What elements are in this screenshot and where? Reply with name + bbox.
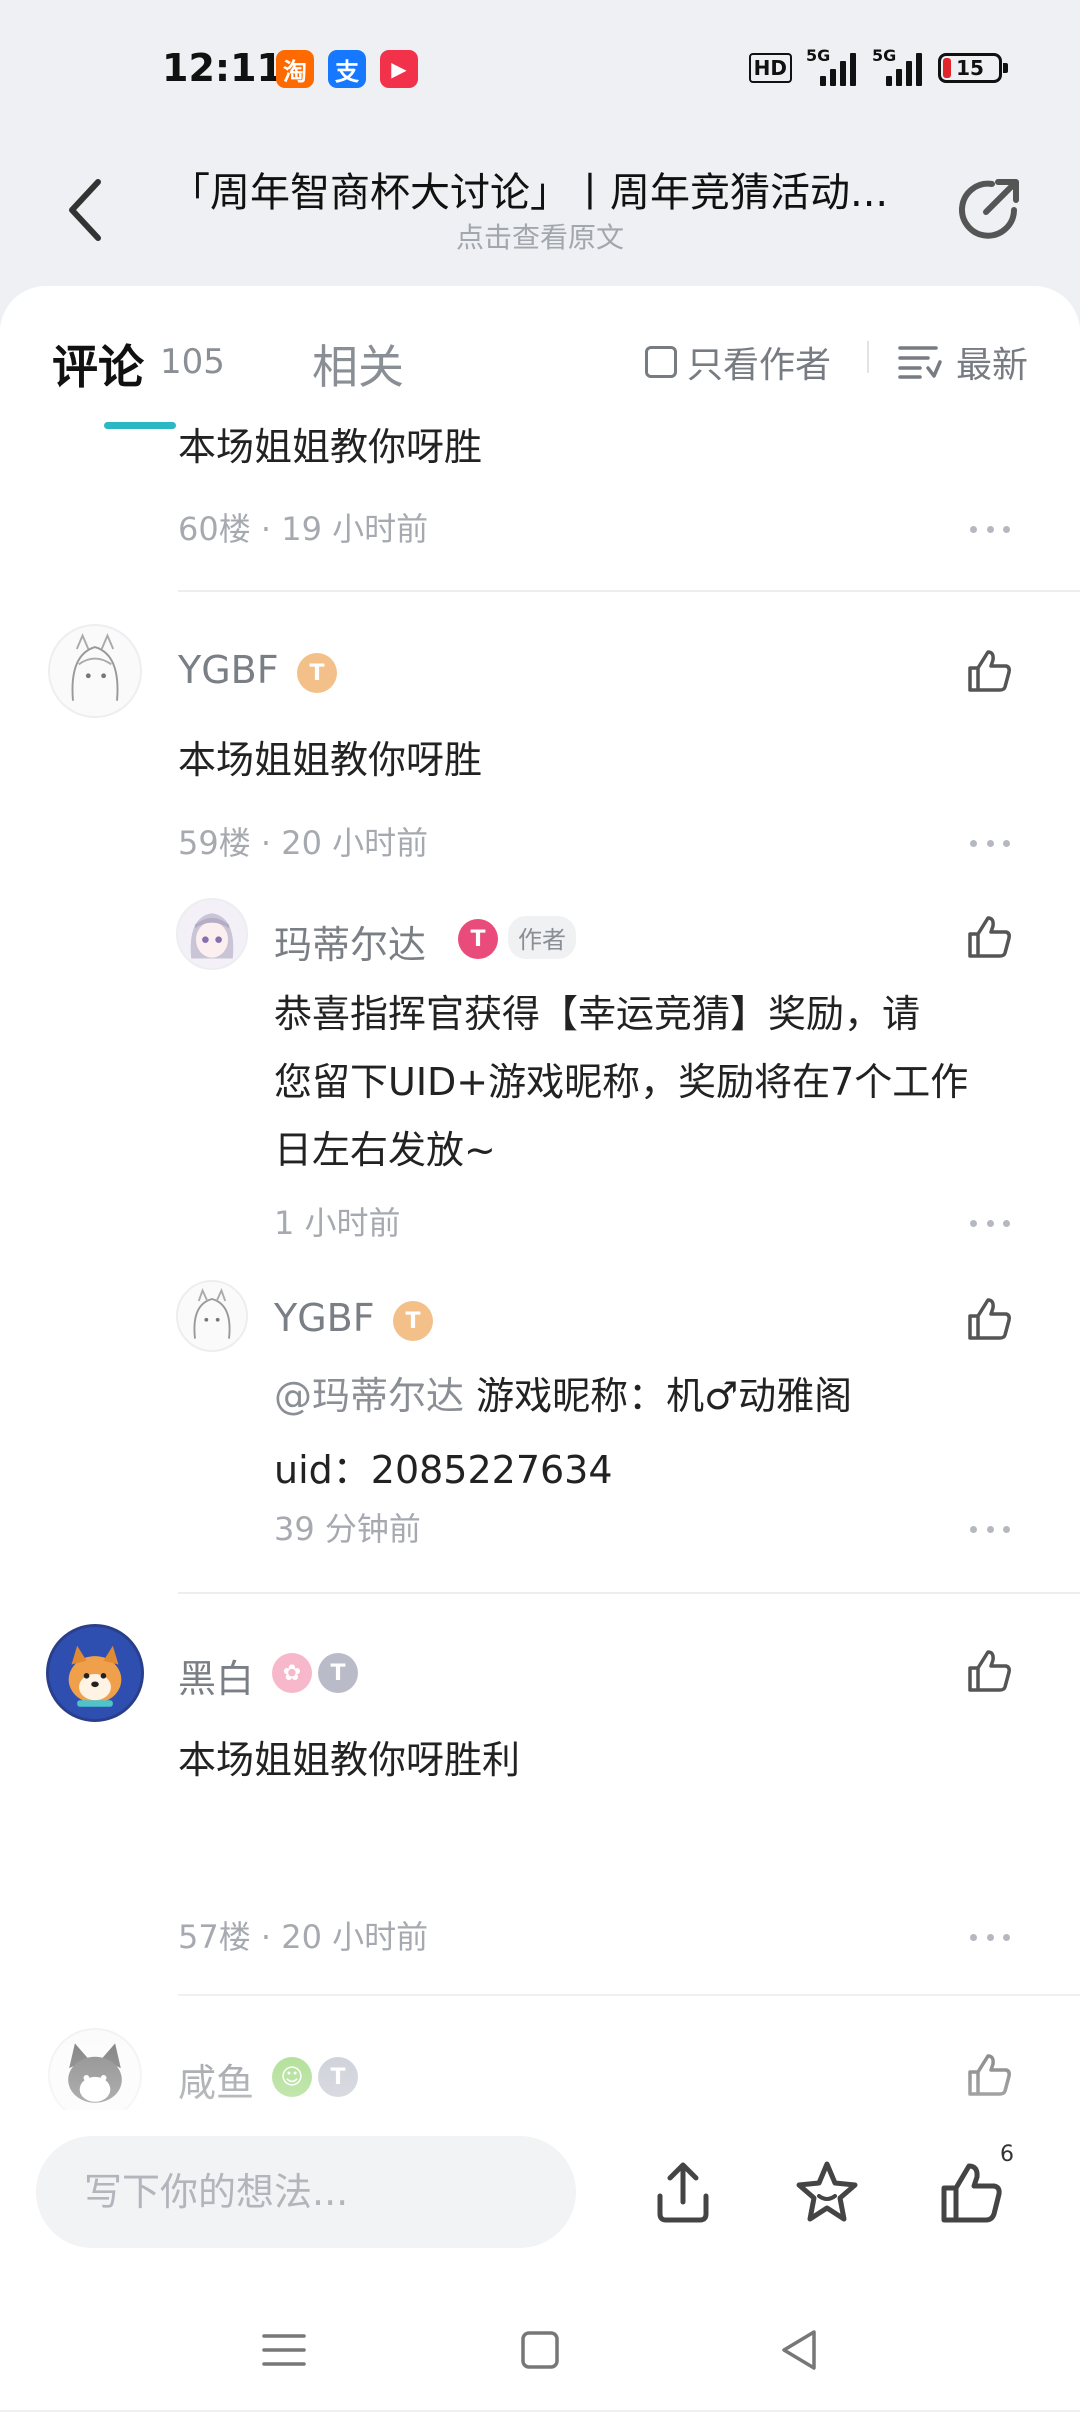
username[interactable]: 黑白 [178,1648,254,1703]
more-icon[interactable] [970,1220,1010,1230]
comment-text: 本场姐姐教你呀胜利 [178,1738,521,1782]
checkbox-icon[interactable] [645,346,677,378]
reply-text: 游戏昵称：机♂动雅阁 [464,1374,853,1418]
like-icon[interactable] [964,646,1014,696]
level-badge-icon: T [393,1301,433,1341]
sort-icon [898,346,942,379]
back-icon[interactable] [770,2320,830,2380]
signal-icon: 5G [806,46,858,86]
author-only-toggle[interactable]: 只看作者 [645,336,831,388]
username[interactable]: 玛蒂尔达 [274,914,426,969]
author-tag: 作者 [508,916,576,959]
username[interactable]: YGBF [274,1296,375,1340]
divider [178,590,1080,592]
status-bar: 12:11 淘 支 ▶ HD 5G 5G 15 [0,0,1080,140]
avatar[interactable] [46,1624,144,1722]
view-original-link[interactable]: 点击查看原文 [0,216,1080,256]
comment-list: 本场姐姐教你呀胜 60楼 · 19 小时前 YGBF T 本场姐姐教你呀胜 59… [0,286,1080,2111]
battery-icon: 15 [938,53,1008,83]
tab-related[interactable]: 相关 [312,331,404,397]
reply-text-line: 您留下UID+游戏昵称，奖励将在7个工作 [274,1060,969,1104]
favorite-star-icon[interactable] [792,2158,862,2228]
comment-meta: 59楼 · 20 小时前 [178,824,429,862]
home-icon[interactable] [510,2320,570,2380]
reply-meta: 39 分钟前 [274,1510,421,1548]
system-nav-bar [0,2300,1080,2410]
more-icon[interactable] [970,1526,1010,1536]
share-upload-icon[interactable] [648,2158,718,2228]
like-icon[interactable] [964,1294,1014,1344]
top-navigation: 「周年智商杯大讨论」丨周年竞猜活动... 点击查看原文 [0,140,1080,290]
reply-text-line: 日左右发放~ [274,1128,496,1172]
divider [867,341,869,373]
comments-panel: 本场姐姐教你呀胜 60楼 · 19 小时前 YGBF T 本场姐姐教你呀胜 59… [0,286,1080,2111]
like-count: 6 [1000,2142,1014,2167]
taobao-icon: 淘 [276,50,314,88]
battery-level: 15 [956,56,984,80]
status-time: 12:11 [162,46,283,90]
like-icon[interactable] [964,912,1014,962]
signal-icon: 5G [872,46,924,86]
author-only-label: 只看作者 [687,345,832,386]
reply-text-line: uid：2085227634 [274,1448,613,1492]
more-icon[interactable] [970,840,1010,850]
divider [178,1592,1080,1594]
avatar-illustration [193,1288,231,1339]
sort-label: 最新 [956,345,1029,386]
reply-meta: 1 小时前 [274,1204,401,1242]
comment-input-wrapper [36,2136,576,2248]
bottom-action-bar: 6 [0,2110,1080,2410]
avatar-illustration [190,913,234,959]
avatar-illustration [68,1645,122,1707]
like-icon[interactable] [964,1646,1014,1696]
scroll-fade [0,1946,1080,2111]
comment-text: 本场姐姐教你呀胜 [178,738,483,782]
avatar[interactable] [176,1280,248,1352]
reply-text-line: 恭喜指挥官获得【幸运竞猜】奖励，请 [274,992,921,1036]
alipay-icon: 支 [328,50,366,88]
post-title: 「周年智商杯大讨论」丨周年竞猜活动... [170,170,889,216]
comment-count: 105 [160,342,225,382]
share-icon[interactable] [952,170,1028,246]
avatar-illustration [71,633,119,701]
tab-comments[interactable]: 评论 [52,331,144,397]
avatar[interactable] [176,898,248,970]
medal-icon: ✿ [272,1653,312,1693]
reply-text-line: @玛蒂尔达 游戏昵称：机♂动雅阁 [274,1362,852,1430]
level-badge-icon: T [458,919,498,959]
comment-text: 本场姐姐教你呀胜 [178,425,483,469]
level-badge-icon: T [297,653,337,693]
username[interactable]: YGBF [178,648,279,692]
sort-button[interactable]: 最新 [898,336,1028,388]
comment-meta: 60楼 · 19 小时前 [178,510,429,548]
more-icon[interactable] [970,1934,1010,1944]
comment-input[interactable] [36,2136,576,2248]
mention-link[interactable]: @玛蒂尔达 [274,1374,464,1418]
comment-tabs: 评论 105 相关 只看作者 最新 [0,286,1080,416]
avatar[interactable] [48,624,142,718]
active-tab-indicator [104,422,176,429]
hd-voice-icon: HD [748,53,792,83]
more-icon[interactable] [970,526,1010,536]
like-post-icon[interactable] [936,2158,1006,2228]
status-indicators: HD 5G 5G 15 [748,46,1008,86]
level-badge-icon: T [318,1653,358,1693]
video-app-icon: ▶ [380,50,418,88]
menu-icon[interactable] [254,2320,314,2380]
